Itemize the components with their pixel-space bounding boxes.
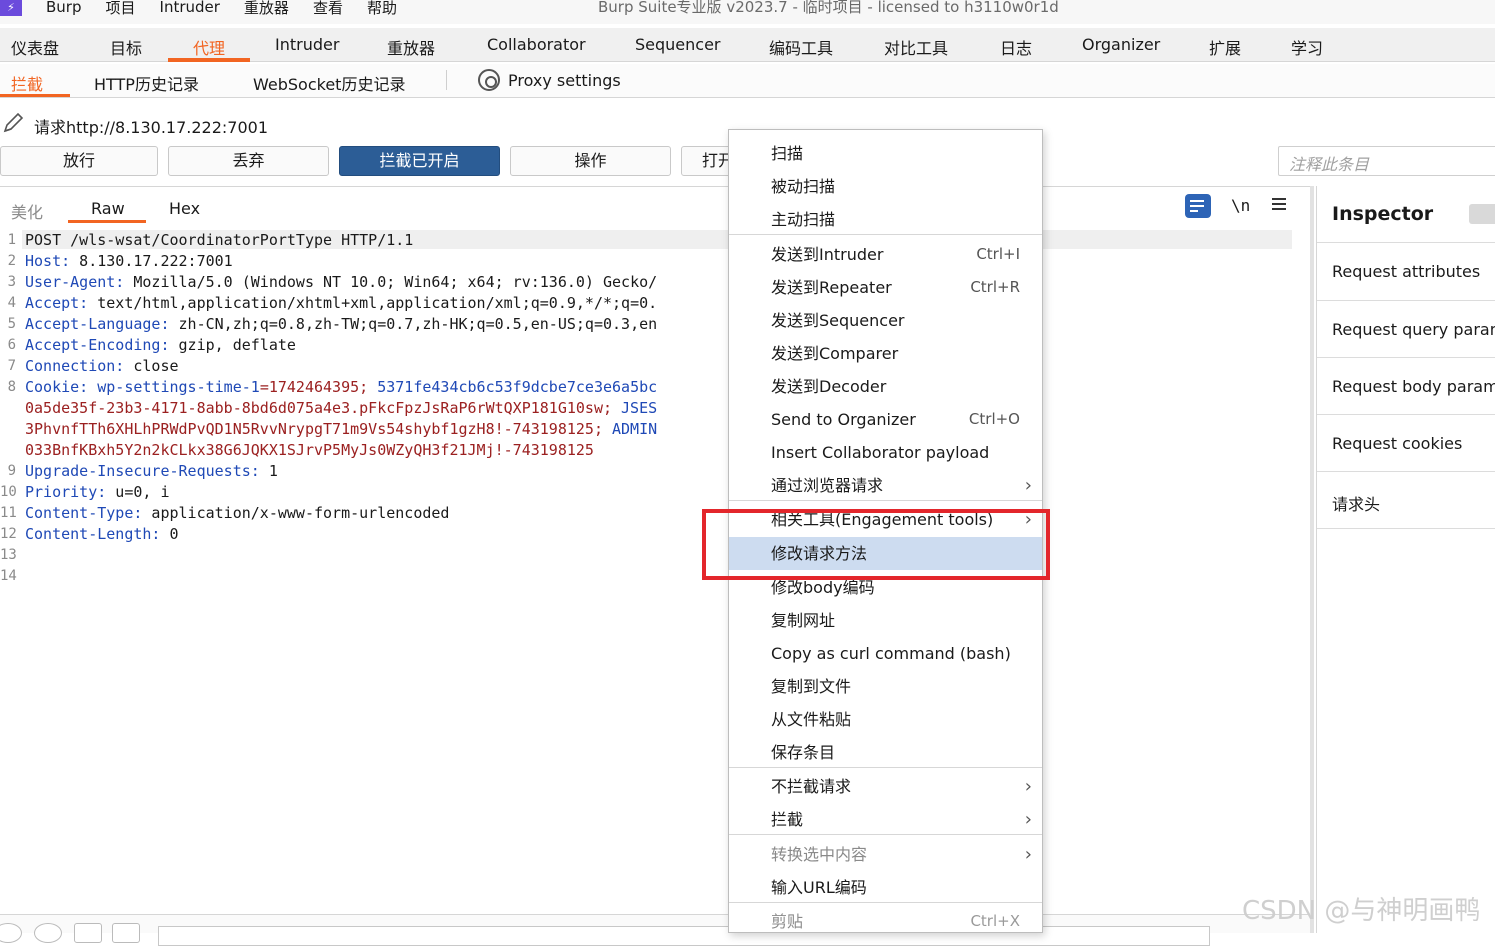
menu-passive-scan[interactable]: 被动扫描 [729,170,1042,203]
menu-convert-selection: 转换选中内容 › [729,838,1042,871]
shortcut-label: Ctrl+R [970,278,1020,296]
menu-scan[interactable]: 扫描 [729,137,1042,170]
previous-match-button[interactable] [74,923,102,943]
tab-hex[interactable]: Hex [169,199,200,218]
menu-separator [729,767,1042,768]
tab-logger[interactable]: 日志 [1000,35,1032,59]
tab-http-history[interactable]: HTTP历史记录 [94,71,199,95]
menu-insert-collaborator-payload[interactable]: Insert Collaborator payload [729,436,1042,469]
main-tab-bar: 仪表盘 目标 代理 Intruder 重放器 Collaborator Sequ… [0,28,1495,62]
tab-extensions[interactable]: 扩展 [1209,35,1241,59]
action-button[interactable]: 操作 [510,146,671,176]
next-match-button[interactable] [112,923,140,943]
proxy-settings-link[interactable]: Proxy settings [508,71,621,90]
intercept-toggle-button[interactable]: 拦截已开启 [339,146,500,176]
tab-intruder[interactable]: Intruder [275,35,339,54]
chevron-right-icon: › [1024,776,1032,797]
menu-url-encode-as-you-type[interactable]: 输入URL编码 [729,871,1042,904]
watermark: CSDN @与神明画鸭 [1242,896,1481,926]
tab-intercept[interactable]: 拦截 [11,71,43,95]
menu-separator [729,500,1042,501]
tab-repeater[interactable]: 重放器 [387,35,435,59]
request-target: 请求http://8.130.17.222:7001 [34,118,269,137]
menu-request-in-browser[interactable]: 通过浏览器请求 › [729,469,1042,502]
editor-active-tab-indicator [68,220,146,223]
annotation-highlight-box [702,509,1050,580]
menu-send-to-decoder[interactable]: 发送到Decoder [729,370,1042,403]
menu-intercept[interactable]: 拦截 › [729,803,1042,836]
drop-button[interactable]: 丢弃 [168,146,329,176]
proxy-sub-tab-bar: 拦截 HTTP历史记录 WebSocket历史记录 Proxy settings [0,64,1495,98]
menu-copy-to-file[interactable]: 复制到文件 [729,670,1042,703]
tab-learn[interactable]: 学习 [1291,35,1323,59]
menu-view[interactable]: 查看 [313,0,343,18]
menu-bar: ⚡ Burp 项目 Intruder 重放器 查看 帮助 Burp Suite专… [0,0,1495,24]
editor-menu-icon[interactable] [1272,198,1286,213]
settings-gear-icon[interactable] [34,923,62,943]
active-tab-indicator [168,58,250,62]
menu-send-to-organizer[interactable]: Send to Organizer Ctrl+O [729,403,1042,436]
inspector-request-attributes[interactable]: Request attributes [1317,242,1495,300]
menu-save-item[interactable]: 保存条目 [729,736,1042,769]
gear-icon[interactable] [478,69,500,91]
menu-paste-from-file[interactable]: 从文件粘贴 [729,703,1042,736]
tab-pretty[interactable]: 美化 [11,199,43,223]
active-subtab-indicator [0,94,70,97]
menu-send-to-comparer[interactable]: 发送到Comparer [729,337,1042,370]
tab-decoder[interactable]: 编码工具 [769,35,833,59]
menu-separator [729,834,1042,835]
menu-copy-url[interactable]: 复制网址 [729,604,1042,637]
editor-divider [0,186,1310,187]
inspector-request-body-params[interactable]: Request body parameters [1317,357,1495,415]
inspector-panel: Inspector Request attributes Request que… [1316,186,1495,933]
editor-search-input[interactable] [158,926,1210,946]
menu-cut: 剪贴 Ctrl+X [729,905,1042,938]
shortcut-label: Ctrl+I [976,245,1020,263]
tab-sequencer[interactable]: Sequencer [635,35,721,54]
menu-active-scan[interactable]: 主动扫描 [729,203,1042,236]
inspector-request-headers[interactable]: 请求头 [1317,471,1495,529]
inspector-layout-icon[interactable] [1469,204,1495,224]
menu-repeater[interactable]: 重放器 [244,0,289,18]
menu-separator [729,902,1042,903]
tab-comparer[interactable]: 对比工具 [884,35,948,59]
comment-input[interactable]: 注释此条目 [1278,146,1495,176]
menu-copy-as-curl[interactable]: Copy as curl command (bash) [729,637,1042,670]
window-title: Burp Suite专业版 v2023.7 - 临时项目 - licensed … [598,0,1059,16]
inspector-title: Inspector [1332,203,1434,225]
tab-collaborator[interactable]: Collaborator [487,35,586,54]
menu-project[interactable]: 项目 [106,0,136,18]
menu-intruder[interactable]: Intruder [160,0,220,16]
menu-dont-intercept[interactable]: 不拦截请求 › [729,770,1042,803]
chevron-right-icon: › [1024,475,1032,496]
inspector-request-query-params[interactable]: Request query parameters [1317,300,1495,358]
tab-dashboard[interactable]: 仪表盘 [11,35,59,59]
wrap-lines-icon[interactable] [1185,194,1211,218]
tab-target[interactable]: 目标 [110,35,142,59]
pencil-icon[interactable] [2,112,24,134]
subtab-divider [446,70,447,90]
tab-organizer[interactable]: Organizer [1082,35,1160,54]
editor-bottom-toolbar [0,914,1310,946]
request-editor[interactable]: 1 POST /wls-wsat/CoordinatorPortType HTTP… [0,230,730,600]
chevron-right-icon: › [1024,844,1032,865]
chevron-right-icon: › [1024,809,1032,830]
menu-burp[interactable]: Burp [46,0,82,16]
tab-websocket-history[interactable]: WebSocket历史记录 [253,71,405,95]
menu-separator [729,234,1042,235]
menu-help[interactable]: 帮助 [367,0,397,18]
inspector-request-cookies[interactable]: Request cookies [1317,414,1495,472]
editor-scrollbar[interactable] [1310,186,1314,933]
forward-button[interactable]: 放行 [0,146,158,176]
show-newlines-toggle[interactable]: \n [1231,196,1250,215]
menu-send-to-intruder[interactable]: 发送到Intruder Ctrl+I [729,238,1042,271]
menu-send-to-sequencer[interactable]: 发送到Sequencer [729,304,1042,337]
help-icon[interactable] [0,923,22,943]
shortcut-label: Ctrl+O [968,410,1020,428]
tab-raw[interactable]: Raw [91,199,125,218]
shortcut-label: Ctrl+X [970,912,1020,930]
burp-logo-icon: ⚡ [0,0,22,16]
menu-send-to-repeater[interactable]: 发送到Repeater Ctrl+R [729,271,1042,304]
tab-proxy[interactable]: 代理 [193,35,225,59]
